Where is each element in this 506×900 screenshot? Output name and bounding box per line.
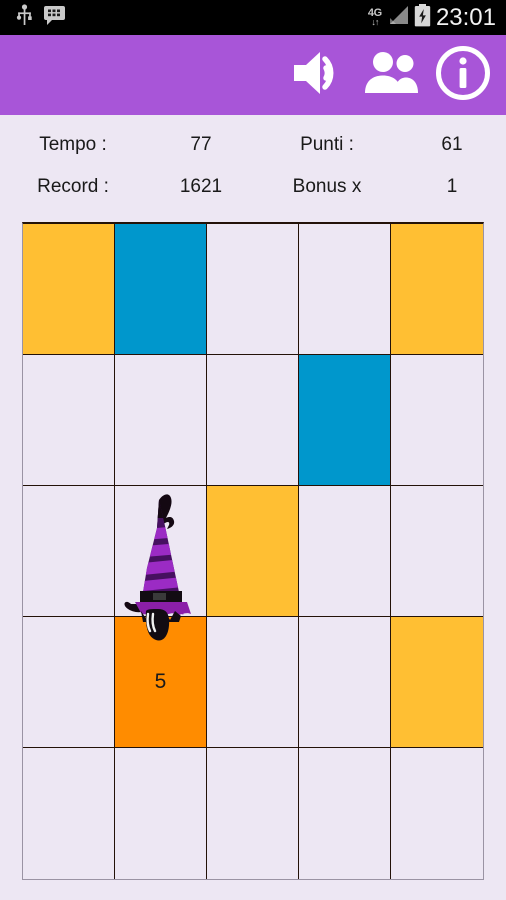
board-cell[interactable] — [391, 486, 483, 617]
multiplayer-button[interactable] — [362, 46, 420, 104]
bonus-value: 1 — [446, 176, 458, 197]
board-cell[interactable] — [299, 486, 391, 617]
tempo-value: 77 — [190, 134, 212, 155]
tempo-label: Tempo : — [39, 134, 107, 155]
board-cell[interactable] — [207, 617, 299, 748]
stats-row-record-bonus: Record : 1621 Bonus x 1 — [0, 166, 506, 208]
network-type-indicator: 4G ↓↑ — [368, 8, 382, 27]
board-cell[interactable] — [115, 355, 207, 486]
board-cell[interactable] — [299, 617, 391, 748]
board-cell[interactable] — [115, 224, 207, 355]
board-cell[interactable] — [207, 355, 299, 486]
board-cell[interactable] — [115, 748, 207, 879]
people-group-icon — [362, 51, 420, 100]
speaker-volume-icon — [291, 48, 347, 103]
punti-value: 61 — [441, 134, 463, 155]
status-bar-right-icons: 4G ↓↑ 23:01 — [368, 3, 506, 32]
usb-icon — [16, 4, 33, 31]
info-circle-icon — [435, 45, 491, 106]
board-cell[interactable] — [23, 355, 115, 486]
status-bar-clock: 23:01 — [435, 3, 496, 31]
board-cell[interactable] — [299, 748, 391, 879]
signal-bars-icon — [387, 5, 409, 30]
messenger-icon — [44, 5, 65, 30]
board-cell[interactable] — [299, 224, 391, 355]
board-cell[interactable] — [391, 748, 483, 879]
punti-label: Punti : — [300, 134, 354, 155]
network-arrows-icon: ↓↑ — [371, 17, 379, 27]
status-bar: 4G ↓↑ 23:01 — [0, 0, 506, 35]
board-cell[interactable] — [207, 748, 299, 879]
stats-panel: Tempo : 77 Punti : 61 Record : 1621 Bonu… — [0, 118, 506, 210]
cell-value-label: 5 — [154, 670, 167, 693]
sound-button[interactable] — [290, 46, 348, 104]
board-cell[interactable] — [391, 355, 483, 486]
app-bar — [0, 35, 506, 115]
board-cell[interactable] — [391, 224, 483, 355]
board-cell[interactable] — [23, 617, 115, 748]
game-screen: 4G ↓↑ 23:01 Tempo: 77 Punti: 61 Record… — [0, 0, 506, 900]
board-cell[interactable] — [23, 748, 115, 879]
status-bar-left-icons — [0, 4, 65, 31]
board-cell[interactable] — [207, 224, 299, 355]
battery-charging-icon — [414, 3, 431, 32]
board-cell[interactable]: 5 — [115, 617, 207, 748]
board-cell[interactable] — [23, 486, 115, 617]
info-button[interactable] — [434, 45, 492, 106]
bonus-label: Bonus x — [292, 176, 362, 197]
board-cell[interactable] — [115, 486, 207, 617]
record-label: Record : — [37, 176, 109, 197]
board-cell[interactable] — [207, 486, 299, 617]
board-cell[interactable] — [391, 617, 483, 748]
board-cell[interactable] — [299, 355, 391, 486]
board-cell[interactable] — [23, 224, 115, 355]
stats-row-time-points: Tempo : 77 Punti : 61 — [0, 124, 506, 166]
record-value: 1621 — [179, 176, 223, 197]
game-board[interactable]: 5 — [22, 222, 484, 880]
